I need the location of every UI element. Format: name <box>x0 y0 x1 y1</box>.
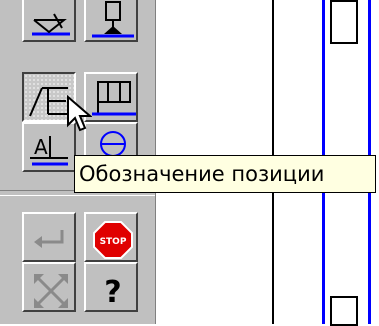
help-icon: ? <box>104 275 121 310</box>
help-label: ? <box>104 275 121 310</box>
stop-button[interactable]: STOP <box>84 212 138 262</box>
stop-icon: STOP <box>93 221 133 259</box>
table-block-icon <box>92 81 136 116</box>
mouse-cursor-icon <box>67 95 92 132</box>
datum-base-icon <box>92 1 134 38</box>
stop-label: STOP <box>100 237 127 247</box>
leader-triangle-button[interactable] <box>22 0 76 42</box>
help-button[interactable]: ? <box>84 262 138 312</box>
fit-view-icon <box>34 274 68 308</box>
enter-arrow-button[interactable] <box>22 212 76 262</box>
svg-text:A: A <box>34 135 48 159</box>
enter-arrow-icon <box>34 230 64 248</box>
drawing-block-top <box>330 0 358 44</box>
table-block-button[interactable] <box>84 72 138 122</box>
tooltip: Обозначение позиции <box>74 155 376 193</box>
datum-base-button[interactable] <box>84 0 138 42</box>
fit-view-button[interactable] <box>22 262 76 312</box>
leader-triangle-icon <box>32 13 70 36</box>
drawing-block-bottom <box>330 296 358 326</box>
